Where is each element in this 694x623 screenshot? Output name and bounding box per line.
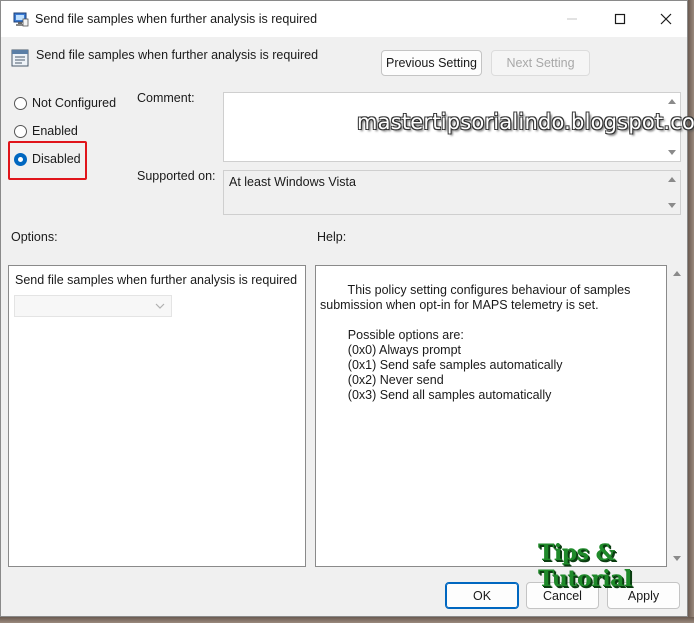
scroll-down-icon[interactable] — [668, 203, 676, 208]
options-label: Options: — [11, 230, 58, 244]
radio-label: Not Configured — [32, 96, 117, 110]
next-setting-button[interactable]: Next Setting — [491, 50, 590, 76]
minimize-button[interactable] — [549, 1, 595, 37]
watermark-text: mastertipsorialindo.blogspot.com — [357, 110, 694, 134]
close-icon — [660, 13, 672, 25]
close-button[interactable] — [643, 1, 689, 37]
minimize-icon — [567, 18, 577, 20]
supported-scrollbar[interactable] — [664, 171, 680, 214]
radio-not-configured[interactable]: Not Configured — [14, 96, 116, 110]
radio-label: Enabled — [32, 124, 78, 138]
desktop-background — [688, 0, 694, 623]
radio-enabled[interactable]: Enabled — [14, 124, 78, 138]
tips-tutorial-logo: Tips & Tutorial — [538, 540, 632, 592]
scroll-up-icon[interactable] — [673, 271, 681, 276]
scroll-down-icon[interactable] — [668, 150, 676, 155]
chevron-down-icon — [155, 303, 165, 309]
highlight-annotation — [8, 141, 87, 180]
ok-button[interactable]: OK — [445, 582, 519, 609]
maximize-button[interactable] — [597, 1, 643, 37]
comment-label: Comment: — [137, 91, 195, 105]
title-bar: Send file samples when further analysis … — [1, 1, 687, 37]
maximize-icon — [614, 13, 626, 25]
options-dropdown[interactable] — [14, 295, 172, 317]
desktop-background-bottom — [0, 617, 694, 623]
policy-name: Send file samples when further analysis … — [36, 48, 319, 62]
scroll-up-icon[interactable] — [668, 177, 676, 182]
help-label: Help: — [317, 230, 347, 244]
scroll-up-icon[interactable] — [668, 99, 676, 104]
policy-app-icon — [13, 12, 29, 27]
window-title: Send file samples when further analysis … — [35, 12, 318, 26]
policy-setting-icon — [11, 49, 29, 67]
help-scrollbar[interactable] — [669, 265, 685, 567]
supported-on-label: Supported on: — [137, 169, 216, 183]
help-panel: This policy setting configures behaviour… — [315, 265, 667, 567]
options-setting-label: Send file samples when further analysis … — [15, 273, 298, 287]
options-panel: Send file samples when further analysis … — [8, 265, 306, 567]
supported-on-value: At least Windows Vista — [229, 175, 356, 189]
help-text: This policy setting configures behaviour… — [320, 283, 631, 402]
policy-dialog: Send file samples when further analysis … — [0, 0, 694, 617]
radio-button[interactable] — [14, 96, 27, 110]
supported-on-field: At least Windows Vista — [223, 170, 681, 215]
radio-button[interactable] — [14, 124, 27, 138]
previous-setting-button[interactable]: Previous Setting — [381, 50, 482, 76]
